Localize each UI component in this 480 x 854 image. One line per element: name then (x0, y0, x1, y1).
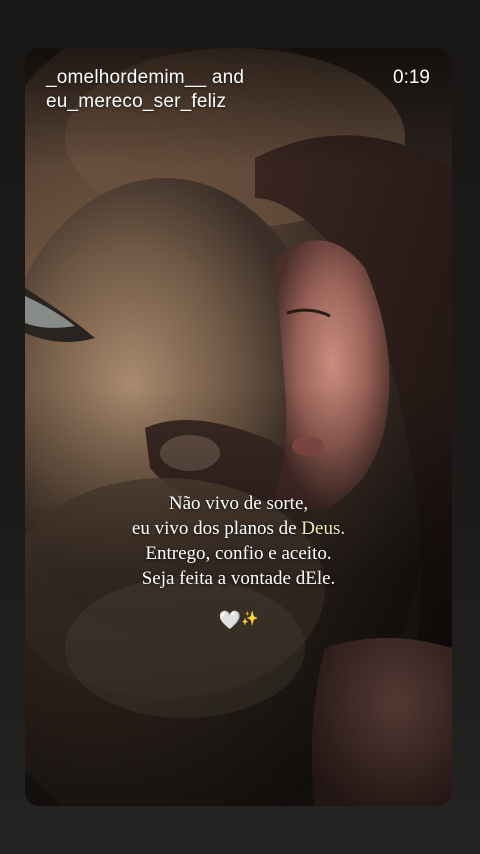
quote-line-1: Não vivo de sorte, (168, 493, 309, 514)
quote-highlight-deus: Deus. (301, 518, 346, 539)
quote-line-4: Seja feita a vontade dEle. (141, 568, 336, 589)
story-header: _omelhordemim__ and eu_mereco_ser_feliz … (46, 66, 430, 114)
story-author-names[interactable]: _omelhordemim__ and eu_mereco_ser_feliz (46, 66, 244, 114)
author-name-line-2[interactable]: eu_mereco_ser_feliz (46, 90, 244, 114)
story-timer: 0:19 (393, 67, 430, 88)
author-name-line-1[interactable]: _omelhordemim__ and (46, 66, 244, 90)
quote-line-2: eu vivo dos planos de Deus. (25, 516, 452, 541)
quote-line-2-prefix: eu vivo dos planos de (131, 518, 302, 539)
sparkles-icon: ✨ (240, 611, 259, 627)
white-heart-icon: 🤍 (218, 610, 241, 631)
bottom-gradient-overlay (25, 386, 452, 806)
quote-text: Não vivo de sorte, eu vivo dos planos de… (25, 491, 452, 591)
quote-line-3: Entrego, confio e aceito. (145, 543, 332, 564)
story-card[interactable]: _omelhordemim__ and eu_mereco_ser_feliz … (25, 48, 452, 806)
emoji-row: 🤍✨ (25, 608, 452, 632)
